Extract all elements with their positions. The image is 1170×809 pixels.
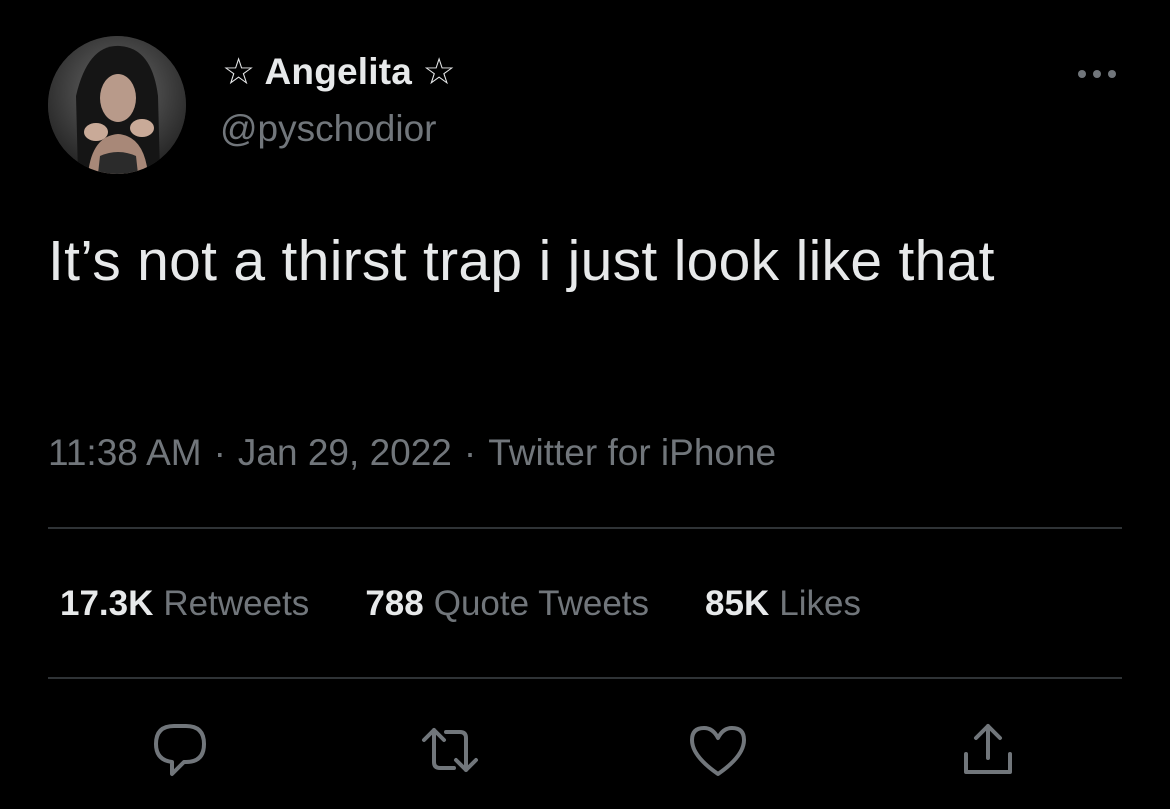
quote-tweets-stat[interactable]: 788 Quote Tweets <box>365 584 649 624</box>
avatar[interactable] <box>48 36 186 174</box>
likes-label: Likes <box>779 584 861 623</box>
likes-stat[interactable]: 85K Likes <box>705 584 861 624</box>
share-button[interactable] <box>956 718 1020 782</box>
tweet-time[interactable]: 11:38 AM <box>48 432 202 473</box>
tweet-text: It’s not a thirst trap i just look like … <box>48 229 995 293</box>
divider <box>48 677 1122 679</box>
more-options-button[interactable] <box>1074 62 1120 86</box>
tweet-source[interactable]: Twitter for iPhone <box>488 432 776 473</box>
divider <box>48 527 1122 529</box>
tweet-detail: ☆ Angelita ☆ @pyschodior It’s not a thir… <box>0 0 1170 809</box>
retweets-label: Retweets <box>163 584 310 623</box>
tweet-metadata: 11:38 AM · Jan 29, 2022 · Twitter for iPhone <box>48 432 776 474</box>
retweets-count: 17.3K <box>60 584 154 623</box>
quote-tweets-label: Quote Tweets <box>433 584 650 623</box>
meta-separator: · <box>213 432 226 473</box>
user-handle[interactable]: @pyschodior <box>220 108 437 150</box>
like-button[interactable] <box>686 718 750 782</box>
heart-icon <box>690 726 746 776</box>
likes-count: 85K <box>705 584 770 623</box>
avatar-image <box>48 36 186 174</box>
display-name[interactable]: ☆ Angelita ☆ <box>222 50 456 93</box>
share-icon <box>964 724 1012 774</box>
more-horizontal-icon <box>1078 70 1116 78</box>
retweet-button[interactable] <box>418 718 482 782</box>
quote-tweets-count: 788 <box>365 584 424 623</box>
retweets-stat[interactable]: 17.3K Retweets <box>60 584 309 624</box>
reply-button[interactable] <box>148 718 212 782</box>
retweet-icon <box>422 728 478 772</box>
tweet-date[interactable]: Jan 29, 2022 <box>238 432 452 473</box>
tweet-stats: 17.3K Retweets 788 Quote Tweets 85K Likes <box>60 584 917 624</box>
reply-icon <box>154 724 206 776</box>
action-bar <box>0 718 1170 788</box>
meta-separator: · <box>463 432 477 473</box>
